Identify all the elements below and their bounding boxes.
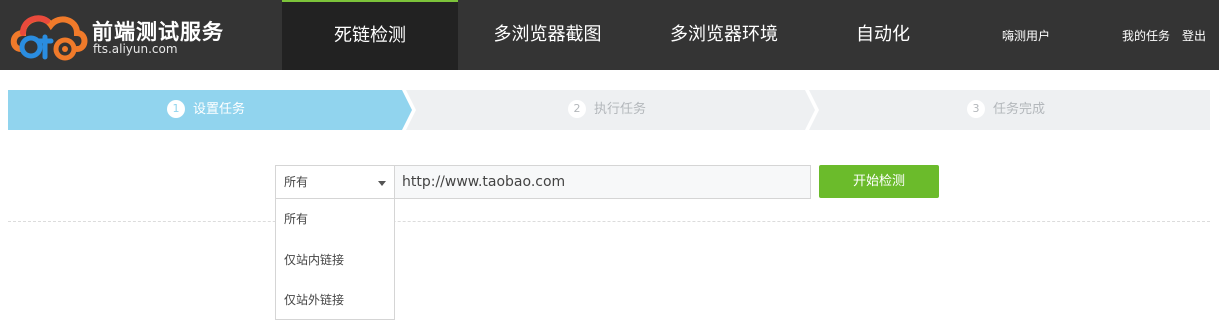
scope-dropdown-list: 所有 仅站内链接 仅站外链接 [275,198,395,320]
step-1: 1 设置任务 [167,90,245,130]
step-1-label: 设置任务 [193,102,246,117]
tab-multi-browser-screenshot[interactable]: 多浏览器截图 [470,0,625,70]
tab-multi-browser-env[interactable]: 多浏览器环境 [645,0,803,70]
step-2-number: 2 [568,99,586,118]
step-3-number: 3 [967,99,985,118]
scope-select[interactable]: 所有 [275,165,395,199]
top-navbar: 前端测试服务 fts.aliyun.com 死链检测 多浏览器截图 多浏览器环境… [0,0,1219,70]
tab-dead-link-check[interactable]: 死链检测 [282,0,458,70]
scope-option-external[interactable]: 仅站外链接 [276,280,394,320]
brand-subtitle: fts.aliyun.com [93,42,178,56]
dashed-divider [8,221,1210,222]
start-check-button[interactable]: 开始检测 [819,165,939,198]
step-1-number: 1 [167,99,185,118]
scope-select-value: 所有 [284,175,309,189]
step-3-label: 任务完成 [993,102,1046,117]
step-3: 3 任务完成 [967,90,1045,130]
caret-down-icon [378,181,386,186]
logout-link[interactable]: 登出 [1182,0,1206,70]
tab-automation[interactable]: 自动化 [830,0,936,70]
scope-option-all[interactable]: 所有 [276,199,394,240]
step-2-label: 执行任务 [594,102,647,117]
url-input[interactable] [394,165,811,199]
step-progress: 1 设置任务 2 执行任务 3 任务完成 [8,90,1210,130]
user-name-link[interactable]: 嗨测用户 [1002,0,1050,70]
step-2: 2 执行任务 [568,90,646,130]
scope-option-internal[interactable]: 仅站内链接 [276,240,394,280]
cloud-logo-icon[interactable] [9,9,89,63]
my-tasks-link[interactable]: 我的任务 [1122,0,1170,70]
